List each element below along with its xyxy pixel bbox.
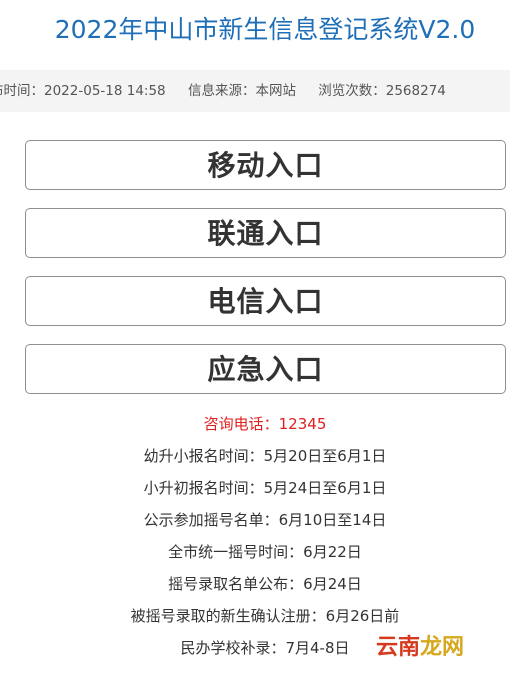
- emergency-entry-button[interactable]: 应急入口: [25, 344, 506, 394]
- publish-time: 布时间：2022-05-18 14:58: [0, 83, 166, 99]
- schedule-line: 全市统一摇号时间：6月22日: [168, 543, 362, 561]
- schedule-line: 公示参加摇号名单：6月10日至14日: [143, 511, 387, 529]
- schedule-line: 被摇号录取的新生确认注册：6月26日前: [130, 607, 400, 625]
- hotline-text: 咨询电话：12345: [203, 415, 327, 433]
- schedule-line: 幼升小报名时间：5月20日至6月1日: [143, 447, 387, 465]
- view-count: 浏览次数：2568274: [318, 83, 446, 99]
- unicom-entry-button[interactable]: 联通入口: [25, 208, 506, 258]
- site-watermark-logo: 云南龙网: [376, 633, 476, 663]
- article-meta: 布时间：2022-05-18 14:58 信息来源：本网站 浏览次数：25682…: [0, 70, 464, 112]
- schedule-line: 摇号录取名单公布：6月24日: [168, 575, 362, 593]
- watermark-part1: 云南: [376, 635, 421, 660]
- mobile-entry-button[interactable]: 移动入口: [25, 140, 506, 190]
- watermark-part2: 龙网: [420, 635, 465, 660]
- telecom-entry-button[interactable]: 电信入口: [25, 276, 506, 326]
- page-title: 2022年中山市新生信息登记系统V2.0: [54, 15, 476, 44]
- info-source: 信息来源：本网站: [187, 83, 296, 99]
- schedule-line: 小升初报名时间：5月24日至6月1日: [143, 479, 387, 497]
- article-meta-bar: 布时间：2022-05-18 14:58 信息来源：本网站 浏览次数：25682…: [0, 70, 510, 112]
